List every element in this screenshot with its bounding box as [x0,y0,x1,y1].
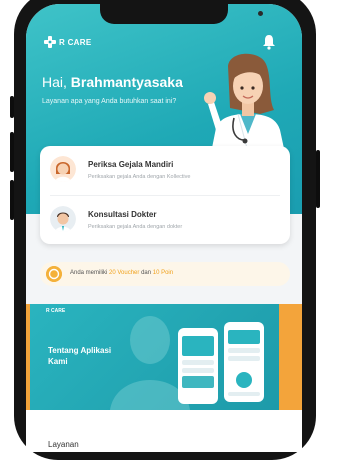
banner-title: Tentang Aplikasi Kami [48,346,112,366]
greeting-subtitle: Layanan apa yang Anda butuhkan saat ini? [42,98,177,105]
service-item-periksa-gejala[interactable]: Periksa Gejala Mandiri Periksakan gejala… [40,148,290,194]
app-screen: R CARE Hai, Brahmantyasaka Layanan apa y… [26,4,302,452]
user-name: Brahmantyasaka [70,74,183,90]
app-mockup-phones [178,322,264,404]
points-count: 10 Poin [152,270,174,276]
banner-logo: R CARE [46,308,66,314]
phone-side-button [10,96,14,118]
services-card: Periksa Gejala Mandiri Periksakan gejala… [40,146,290,244]
female-doctor-avatar-icon [50,156,76,182]
greeting-prefix: Hai, [42,74,67,90]
phone-notch [100,4,263,24]
doctor-illustration [204,53,286,158]
service-description: Periksakan gejala Anda dengan dokter [88,224,183,230]
service-description: Periksakan gejala Anda dengan Kollective [88,174,191,180]
carousel-next-peek [279,304,302,410]
voucher-middle: dan [141,270,152,276]
app-brand-text: R CARE [59,37,92,47]
coin-icon [46,266,62,282]
greeting: Hai, Brahmantyasaka [42,74,183,90]
voucher-text: Anda memiliki 20 Voucher dan 10 Poin [70,270,173,276]
camera-dot [258,11,263,16]
phone-power-button [316,150,320,208]
voucher-banner[interactable]: Anda memiliki 20 Voucher dan 10 Poin [40,262,290,286]
app-logo: R CARE [44,36,91,48]
service-title: Periksa Gejala Mandiri [88,160,174,169]
phone-volume-up [10,132,14,172]
divider [50,195,280,196]
service-title: Konsultasi Dokter [88,210,157,219]
voucher-count: 20 Voucher [109,270,140,276]
doctor-avatar-icon [50,206,76,232]
logo-icon [44,36,56,48]
service-item-konsultasi-dokter[interactable]: Konsultasi Dokter Periksakan gejala Anda… [40,198,290,244]
phone-volume-down [10,180,14,220]
voucher-prefix: Anda memiliki [70,270,108,276]
